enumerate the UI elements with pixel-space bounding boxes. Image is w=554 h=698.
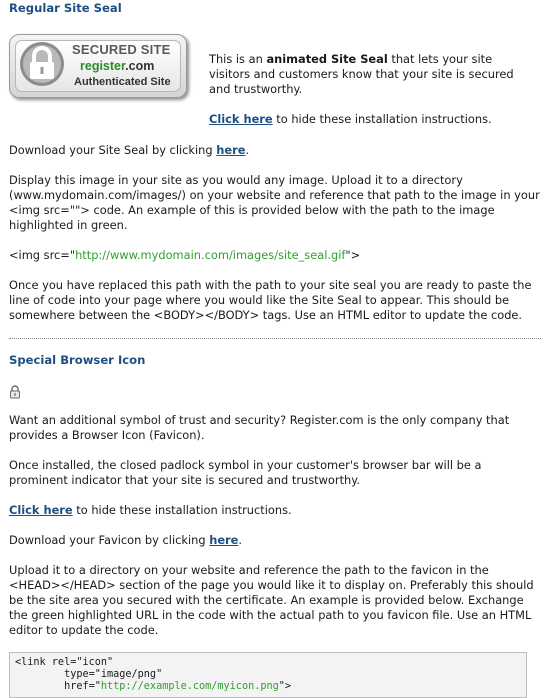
section-divider	[9, 338, 541, 339]
hide-favicon-instructions-link[interactable]: Click here	[9, 503, 73, 517]
hide-instructions-link[interactable]: Click here	[209, 112, 273, 126]
favicon-intro: Want an additional symbol of trust and s…	[9, 413, 510, 442]
download-favicon-link[interactable]: here	[209, 533, 238, 547]
img-tag-example: <img src="http://www.mydomain.com/images…	[9, 248, 361, 262]
display-instructions: Display this image in your site as you w…	[9, 173, 540, 232]
animated-seal-emphasis: animated Site Seal	[266, 52, 388, 66]
seal-row: SECURED SITE register.com Authenticated …	[9, 34, 541, 126]
site-seal-heading: Regular Site Seal	[9, 1, 122, 15]
browser-icon-heading: Special Browser Icon	[9, 353, 146, 367]
favicon-code-block[interactable]: <link rel="icon" type="image/png" href="…	[9, 652, 527, 698]
site-seal-image: SECURED SITE register.com Authenticated …	[9, 34, 187, 98]
padlock-icon	[20, 42, 64, 86]
seal-domain: register.com	[80, 59, 155, 73]
favicon-installed: Once installed, the closed padlock symbo…	[9, 458, 482, 487]
seal-subtitle: Authenticated Site	[74, 76, 171, 88]
instructions-page: Regular Site Seal SECURED SITE register.…	[9, 0, 541, 698]
seal-description: This is an animated Site Seal that lets …	[209, 52, 514, 126]
favicon-hide-line: Click here to hide these installation in…	[9, 503, 292, 517]
favicon-upload-instructions: Upload it to a directory on your website…	[9, 563, 534, 637]
seal-path-highlight: http://www.mydomain.com/images/site_seal…	[75, 248, 346, 262]
paste-instructions: Once you have replaced this path with th…	[9, 278, 532, 322]
download-favicon-line: Download your Favicon by clicking here.	[9, 533, 243, 547]
favicon-padlock-icon	[10, 385, 20, 399]
download-seal-link[interactable]: here	[216, 143, 245, 157]
seal-title: SECURED SITE	[72, 42, 171, 57]
download-seal-line: Download your Site Seal by clicking here…	[9, 143, 250, 157]
favicon-url-highlight: http://example.com/myicon.png	[100, 681, 279, 692]
